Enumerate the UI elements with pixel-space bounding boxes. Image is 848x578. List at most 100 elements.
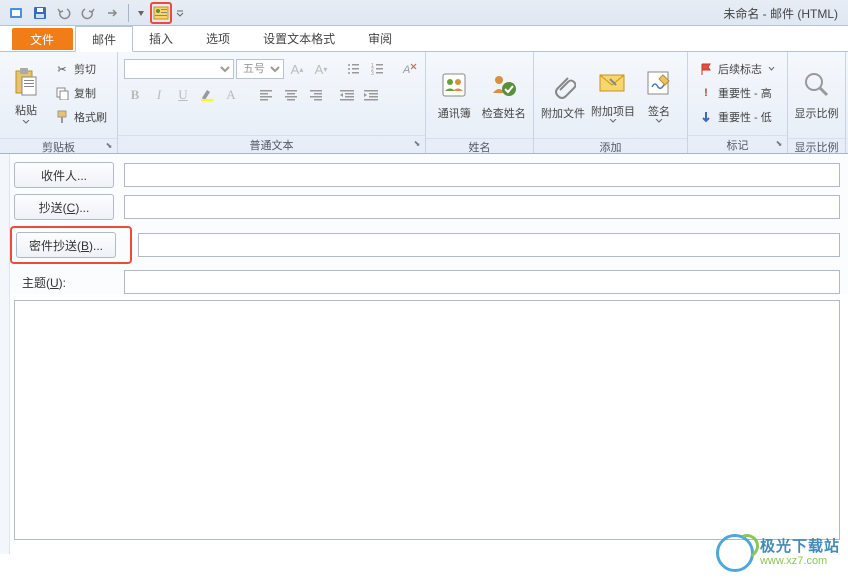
font-launcher[interactable]: ⬊ [411, 139, 423, 151]
svg-text:A: A [402, 64, 410, 76]
qat-bcc-toggle-icon[interactable] [150, 2, 172, 24]
check-names-button[interactable]: 检查姓名 [479, 56, 529, 134]
font-size-select[interactable]: 五号 [236, 59, 284, 79]
importance-low-icon [698, 109, 714, 125]
ribbon: 粘贴 ✂剪切 复制 格式刷 剪贴板⬊ 五号 A▴ A▾ 123 A [0, 52, 848, 154]
copy-icon [54, 85, 70, 101]
qat-save-icon[interactable] [29, 2, 51, 24]
brush-icon [54, 109, 70, 125]
align-center-button[interactable] [280, 84, 302, 106]
qat-redo-icon[interactable] [77, 2, 99, 24]
cc-button[interactable]: 抄送(C)... [14, 194, 114, 220]
qat-separator [128, 4, 129, 22]
bullets-button[interactable] [342, 58, 364, 80]
font-color-button[interactable]: A [220, 84, 242, 106]
signature-button[interactable]: 签名 [638, 56, 680, 134]
qat-next-icon[interactable] [101, 2, 123, 24]
zoom-button[interactable]: 显示比例 [792, 56, 841, 134]
italic-button[interactable]: I [148, 84, 170, 106]
align-right-button[interactable] [304, 84, 326, 106]
group-clipboard: 粘贴 ✂剪切 复制 格式刷 剪贴板⬊ [0, 52, 118, 153]
group-names: 通讯簿 检查姓名 姓名 [426, 52, 534, 153]
flag-icon [698, 61, 714, 77]
text-highlight-button[interactable] [196, 84, 218, 106]
decrease-indent-button[interactable] [336, 84, 358, 106]
bcc-highlight-box: 密件抄送(B)... [10, 226, 132, 264]
numbering-button[interactable]: 123 [366, 58, 388, 80]
tab-options[interactable]: 选项 [190, 26, 247, 51]
check-names-label: 检查姓名 [482, 105, 526, 121]
address-book-button[interactable]: 通讯簿 [430, 56, 479, 134]
qat-prev-icon[interactable] [134, 2, 148, 24]
watermark-icon [716, 534, 754, 572]
subject-label: 主题(U): [14, 274, 114, 291]
bold-button[interactable]: B [124, 84, 146, 106]
address-book-label: 通讯簿 [438, 105, 471, 121]
qat-customize-dropdown[interactable] [174, 2, 186, 24]
shrink-font-button[interactable]: A▾ [310, 58, 332, 80]
to-input[interactable] [124, 163, 840, 187]
address-book-icon [438, 69, 470, 101]
cut-button[interactable]: ✂剪切 [50, 58, 111, 80]
group-zoom-label: 显示比例 [788, 138, 845, 155]
watermark-cn: 极光下载站 [760, 539, 840, 556]
paste-button[interactable]: 粘贴 [4, 56, 48, 134]
importance-high-button[interactable]: !重要性 - 高 [694, 82, 781, 104]
attach-file-label: 附加文件 [541, 105, 585, 121]
zoom-label: 显示比例 [795, 105, 839, 121]
clear-formatting-button[interactable]: A [398, 58, 420, 80]
magnifier-icon [801, 69, 833, 101]
tab-review[interactable]: 审阅 [352, 26, 409, 51]
attach-item-button[interactable]: 附加项目 [588, 56, 638, 134]
bcc-input[interactable] [138, 233, 840, 257]
clipboard-launcher[interactable]: ⬊ [103, 141, 115, 153]
importance-low-button[interactable]: 重要性 - 低 [694, 106, 781, 128]
tags-launcher[interactable]: ⬊ [773, 139, 785, 151]
grow-font-button[interactable]: A▴ [286, 58, 308, 80]
group-basic-text: 五号 A▴ A▾ 123 A B I U A [118, 52, 426, 153]
attach-item-icon [597, 67, 629, 99]
group-zoom: 显示比例 显示比例 [788, 52, 846, 153]
group-add: 附加文件 附加项目 签名 添加 [534, 52, 688, 153]
signature-label: 签名 [648, 103, 670, 119]
paste-icon [10, 66, 42, 98]
group-names-label: 姓名 [426, 138, 533, 155]
font-family-select[interactable] [124, 59, 234, 79]
format-painter-button[interactable]: 格式刷 [50, 106, 111, 128]
qat-undo-icon[interactable] [53, 2, 75, 24]
subject-input[interactable] [124, 270, 840, 294]
qat-outlook-icon[interactable] [5, 2, 27, 24]
signature-icon [643, 67, 675, 99]
cc-input[interactable] [124, 195, 840, 219]
to-button[interactable]: 收件人... [14, 162, 114, 188]
increase-indent-button[interactable] [360, 84, 382, 106]
tab-mail[interactable]: 邮件 [75, 26, 133, 52]
check-names-icon [488, 69, 520, 101]
paperclip-icon [547, 69, 579, 101]
group-tags: 后续标志 !重要性 - 高 重要性 - 低 标记⬊ [688, 52, 788, 153]
group-tags-label: 标记⬊ [688, 135, 787, 153]
attach-item-label: 附加项目 [591, 103, 635, 119]
copy-button[interactable]: 复制 [50, 82, 111, 104]
bcc-button[interactable]: 密件抄送(B)... [16, 232, 116, 258]
underline-button[interactable]: U [172, 84, 194, 106]
importance-high-icon: ! [698, 85, 714, 101]
group-add-label: 添加 [534, 138, 687, 155]
follow-up-button[interactable]: 后续标志 [694, 58, 781, 80]
group-basic-text-label: 普通文本⬊ [118, 135, 425, 153]
ribbon-tabs: 文件 邮件 插入 选项 设置文本格式 审阅 [0, 26, 848, 52]
align-left-button[interactable] [256, 84, 278, 106]
attach-file-button[interactable]: 附加文件 [538, 56, 588, 134]
group-clipboard-label: 剪贴板⬊ [0, 138, 117, 155]
watermark-logo: 极光下载站 www.xz7.com [716, 534, 840, 572]
tab-insert[interactable]: 插入 [133, 26, 190, 51]
scissors-icon: ✂ [54, 61, 70, 77]
paste-label: 粘贴 [15, 102, 37, 118]
quick-access-toolbar: 未命名 - 邮件 (HTML) [0, 0, 848, 26]
left-gutter [0, 154, 10, 554]
window-title: 未命名 - 邮件 (HTML) [723, 5, 838, 22]
svg-text:3: 3 [371, 71, 374, 76]
tab-format[interactable]: 设置文本格式 [247, 26, 352, 51]
tab-file[interactable]: 文件 [12, 28, 73, 50]
message-body[interactable] [14, 300, 840, 540]
